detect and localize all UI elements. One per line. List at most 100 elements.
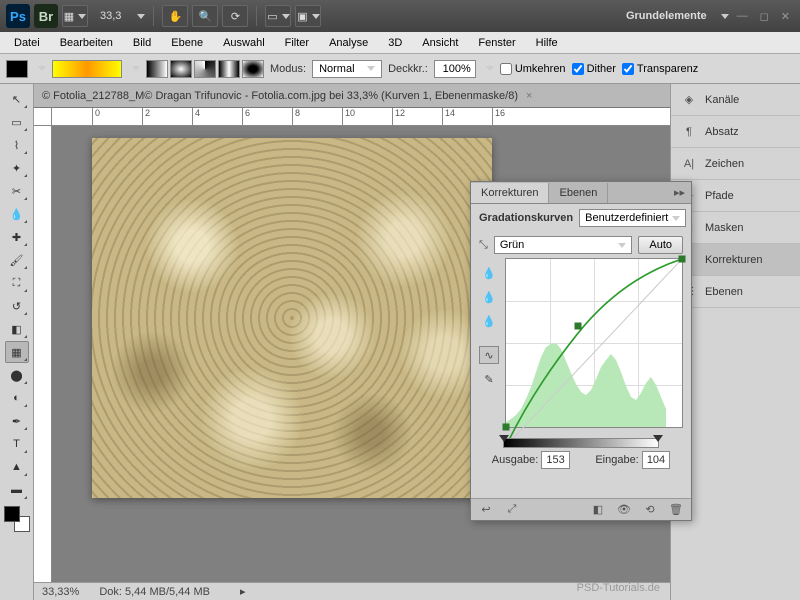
status-zoom[interactable]: 33,33%	[42, 586, 79, 598]
screenmode-menu[interactable]: ▣	[295, 5, 321, 27]
layout-menu[interactable]: ▦	[62, 5, 88, 27]
curves-preset-select[interactable]: Benutzerdefiniert	[579, 209, 686, 227]
photoshop-logo-icon[interactable]: Ps	[6, 4, 30, 28]
transparenz-checkbox[interactable]: Transparenz	[622, 63, 698, 75]
path-select-icon[interactable]: ▲	[5, 456, 29, 478]
black-slider[interactable]	[499, 435, 509, 442]
return-icon[interactable]: ↩	[477, 502, 495, 518]
hand-tool-icon[interactable]: ✋	[162, 5, 188, 27]
auto-button[interactable]: Auto	[638, 236, 683, 254]
delete-icon[interactable]: 🗑	[667, 502, 685, 518]
maximize-icon[interactable]: ◻	[756, 10, 773, 23]
tab-korrekturen[interactable]: Korrekturen	[471, 183, 549, 203]
dodge-tool-icon[interactable]: ◐	[5, 387, 29, 409]
curve-point-black[interactable]	[503, 424, 510, 431]
paragraph-icon: ¶	[681, 124, 697, 140]
history-brush-icon[interactable]: ↺	[5, 295, 29, 317]
eyedropper-tool-icon[interactable]: 💧	[5, 203, 29, 225]
clip-layer-icon[interactable]: ◧	[589, 502, 607, 518]
panel-collapse-icon[interactable]: ▸▸	[668, 186, 691, 199]
modus-label: Modus:	[270, 63, 306, 75]
curves-graph[interactable]	[505, 258, 683, 428]
radial-gradient-icon[interactable]	[170, 60, 192, 78]
heal-tool-icon[interactable]: ✚	[5, 226, 29, 248]
eingabe-input[interactable]: 104	[642, 451, 670, 469]
target-adjust-icon[interactable]: ⤡	[479, 239, 488, 252]
panel-absatz[interactable]: ¶Absatz	[671, 116, 800, 148]
tool-preset[interactable]	[6, 60, 28, 78]
black-point-eyedropper-icon[interactable]: 💧	[479, 264, 499, 282]
diamond-gradient-icon[interactable]	[242, 60, 264, 78]
lasso-tool-icon[interactable]: ⌇	[5, 134, 29, 156]
crop-tool-icon[interactable]: ✂	[5, 180, 29, 202]
shape-tool-icon[interactable]: ▬	[5, 479, 29, 501]
angle-gradient-icon[interactable]	[194, 60, 216, 78]
brush-tool-icon[interactable]: 🖌	[5, 249, 29, 271]
panel-kanaele[interactable]: ◈Kanäle	[671, 84, 800, 116]
document-tab[interactable]: © Fotolia_212788_M© Dragan Trifunovic - …	[34, 84, 670, 108]
zoom-tool-icon[interactable]: 🔍	[192, 5, 218, 27]
document-title: © Fotolia_212788_M© Dragan Trifunovic - …	[42, 90, 518, 102]
menu-datei[interactable]: Datei	[4, 34, 50, 52]
menu-hilfe[interactable]: Hilfe	[526, 34, 568, 52]
visibility-icon[interactable]: 👁	[615, 502, 633, 518]
canvas-image	[92, 138, 492, 498]
tab-close-icon[interactable]: ×	[526, 90, 532, 102]
menu-ebene[interactable]: Ebene	[161, 34, 213, 52]
curve-point-mid[interactable]	[574, 323, 581, 330]
opacity-input[interactable]: 100%	[434, 60, 476, 78]
blur-tool-icon[interactable]: ⬤	[5, 364, 29, 386]
menu-bearbeiten[interactable]: Bearbeiten	[50, 34, 123, 52]
ruler-horizontal: 0 2 4 6 8 10 12 14 16	[52, 108, 670, 126]
expand-icon[interactable]: ⤢	[503, 502, 521, 518]
type-tool-icon[interactable]: T	[5, 433, 29, 455]
menu-fenster[interactable]: Fenster	[468, 34, 525, 52]
white-slider[interactable]	[653, 435, 663, 442]
white-point-eyedropper-icon[interactable]: 💧	[479, 312, 499, 330]
wand-tool-icon[interactable]: ✦	[5, 157, 29, 179]
panel-zeichen[interactable]: A|Zeichen	[671, 148, 800, 180]
zoom-level[interactable]: 33,3	[92, 10, 129, 22]
close-icon[interactable]: ✕	[777, 10, 794, 23]
bridge-logo-icon[interactable]: Br	[34, 4, 58, 28]
ruler-vertical	[34, 126, 52, 582]
linear-gradient-icon[interactable]	[146, 60, 168, 78]
rotate-view-icon[interactable]: ⟳	[222, 5, 248, 27]
status-doc-size[interactable]: Dok: 5,44 MB/5,44 MB	[99, 586, 210, 598]
menu-bild[interactable]: Bild	[123, 34, 161, 52]
menu-analyse[interactable]: Analyse	[319, 34, 378, 52]
stamp-tool-icon[interactable]: ⛶	[5, 272, 29, 294]
blend-mode-select[interactable]: Normal	[312, 60, 382, 78]
reset-icon[interactable]: ⟲	[641, 502, 659, 518]
curve-mode-icon[interactable]: ∿	[479, 346, 499, 364]
ausgabe-input[interactable]: 153	[541, 451, 569, 469]
workspace-switcher[interactable]: Grundelemente	[620, 10, 713, 22]
arrange-menu[interactable]: ▭	[265, 5, 291, 27]
dither-checkbox[interactable]: Dither	[572, 63, 616, 75]
gradient-tool-icon[interactable]: ▦	[5, 341, 29, 363]
pen-tool-icon[interactable]: ✒	[5, 410, 29, 432]
move-tool-icon[interactable]: ↖	[5, 88, 29, 110]
marquee-tool-icon[interactable]: ▭	[5, 111, 29, 133]
channel-select[interactable]: Grün	[494, 236, 633, 254]
gray-point-eyedropper-icon[interactable]: 💧	[479, 288, 499, 306]
menu-3d[interactable]: 3D	[378, 34, 412, 52]
curve-point-white[interactable]	[679, 256, 686, 263]
eraser-tool-icon[interactable]: ◧	[5, 318, 29, 340]
input-gradient-bar[interactable]	[503, 438, 659, 448]
minimize-icon[interactable]: —	[733, 10, 752, 22]
gradient-type-group	[146, 60, 264, 78]
menu-ansicht[interactable]: Ansicht	[412, 34, 468, 52]
reflected-gradient-icon[interactable]	[218, 60, 240, 78]
tab-ebenen[interactable]: Ebenen	[549, 183, 608, 203]
eyedropper-group: 💧 💧 💧 ∿ ✎	[479, 258, 499, 428]
umkehren-checkbox[interactable]: Umkehren	[500, 63, 566, 75]
pencil-mode-icon[interactable]: ✎	[479, 370, 499, 388]
watermark: PSD-Tutorials.de	[577, 582, 660, 594]
fg-bg-swatch[interactable]	[4, 506, 30, 532]
menu-filter[interactable]: Filter	[275, 34, 319, 52]
menu-auswahl[interactable]: Auswahl	[213, 34, 275, 52]
curves-title: Gradationskurven	[479, 212, 573, 224]
gradient-preview[interactable]	[52, 60, 122, 78]
panel-tabs: Korrekturen Ebenen ▸▸	[471, 182, 691, 204]
